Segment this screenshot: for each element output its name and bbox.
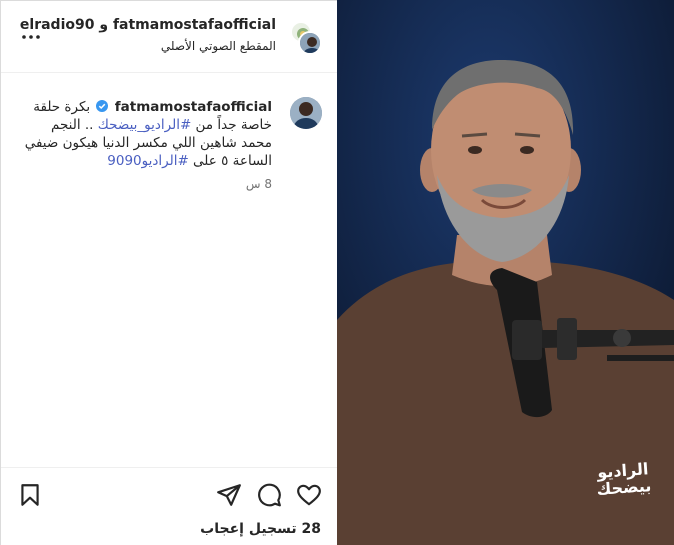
- send-icon: [217, 484, 241, 506]
- audio-label[interactable]: المقطع الصوتي الأصلي: [20, 39, 276, 53]
- comment-icon: [258, 483, 281, 507]
- comment-button[interactable]: [256, 482, 282, 508]
- header-text: fatmamostafaofficial و elradio90 المقطع …: [20, 17, 276, 53]
- hashtag-link-1[interactable]: #الراديو_بيضحك: [98, 117, 192, 133]
- post-details-panel: fatmamostafaofficial و elradio90 المقطع …: [0, 0, 338, 545]
- save-button[interactable]: [17, 482, 43, 508]
- post-time[interactable]: 8 س: [246, 177, 272, 191]
- post-media[interactable]: الراديو بيضحك: [337, 0, 674, 545]
- caption-avatar[interactable]: [290, 97, 322, 129]
- show-logo: الراديو بيضحك: [595, 459, 652, 499]
- like-button[interactable]: [296, 482, 322, 508]
- collab-avatars[interactable]: [288, 21, 322, 55]
- collaborators-title[interactable]: fatmamostafaofficial و elradio90: [20, 17, 276, 33]
- avatar-fatmamostafa[interactable]: [298, 31, 322, 55]
- likes-count[interactable]: 28 تسجيل إعجاب: [200, 521, 321, 537]
- post-header: fatmamostafaofficial و elradio90 المقطع …: [1, 1, 338, 73]
- bookmark-icon: [21, 484, 39, 506]
- verified-badge-icon: [96, 100, 109, 112]
- share-button[interactable]: [216, 482, 242, 508]
- hashtag-link-2[interactable]: #الراديو9090: [107, 153, 188, 169]
- caption-text: fatmamostafaofficial بكرة حلقة خاصة جداً…: [22, 98, 272, 170]
- action-bar: [1, 467, 338, 517]
- caption-username[interactable]: fatmamostafaofficial: [115, 99, 272, 115]
- heart-icon: [297, 484, 321, 506]
